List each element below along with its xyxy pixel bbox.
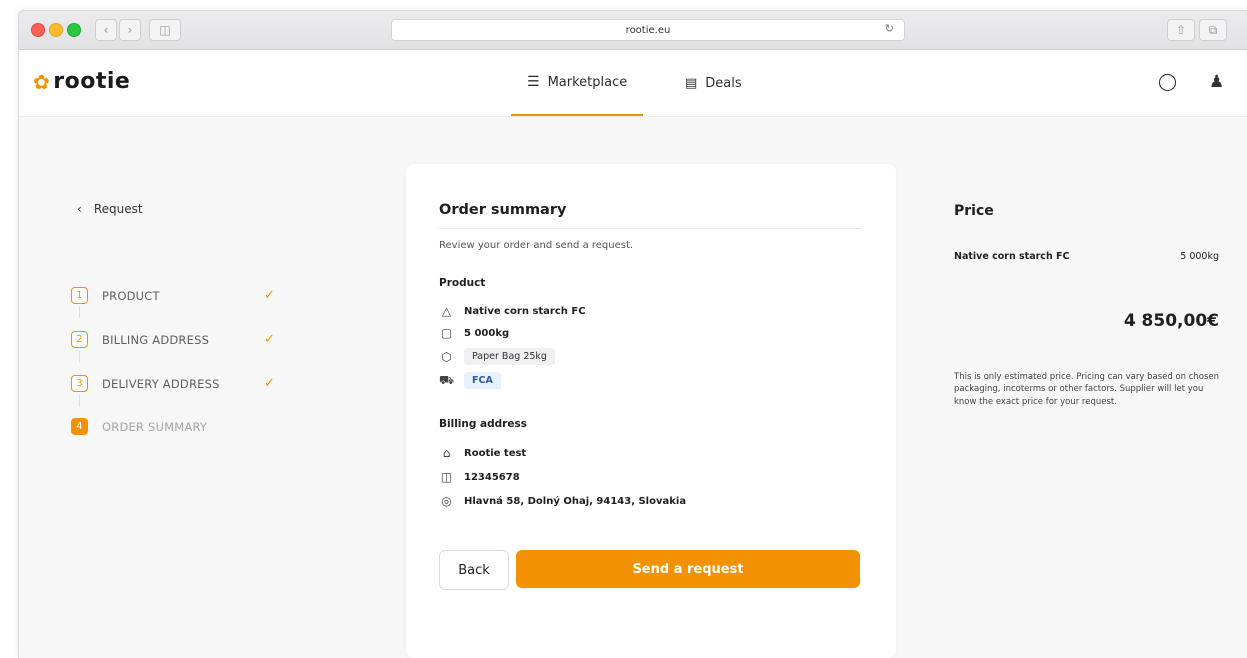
step-label: DELIVERY ADDRESS — [102, 376, 220, 391]
weight-icon: ▢ — [440, 326, 453, 340]
id-number-row: ◫ 12345678 — [439, 470, 520, 484]
incoterm-row: ⛟ FCA — [439, 372, 501, 389]
package-icon: ⬡ — [441, 349, 452, 364]
company-row: ⌂ Rootie test — [439, 446, 527, 460]
checkmark-icon: ✓ — [264, 288, 276, 303]
browser-toolbar: ‹ › ◫ rootie.eu ↻ ⇧ ⧉ — [19, 11, 1247, 50]
incoterm-pill: FCA — [464, 372, 501, 389]
address-row: ◎ Hlavná 58, Dolný Ohaj, 94143, Slovakia — [439, 494, 686, 508]
tabs-icon: ⧉ — [1208, 22, 1218, 37]
order-summary-card: Order summary Review your order and send… — [406, 164, 896, 658]
step-label: PRODUCT — [102, 288, 160, 303]
maximize-window-button[interactable] — [67, 23, 81, 37]
price-disclaimer: This is only estimated price. Pricing ca… — [954, 372, 1220, 407]
back-link-label: Request — [93, 202, 143, 216]
reload-icon[interactable]: ↻ — [885, 22, 894, 35]
checkmark-icon: ✓ — [264, 332, 276, 347]
price-line-item: Native corn starch FC 5 000kg — [954, 251, 1219, 262]
document-icon: ▤ — [685, 75, 698, 91]
layers-icon: ☰ — [527, 74, 540, 90]
nav-tab-label: Deals — [705, 75, 742, 91]
chat-icon[interactable]: ◯ — [1158, 72, 1177, 92]
chevron-right-icon: › — [127, 23, 133, 37]
logo-text: rootie — [53, 69, 131, 94]
quantity-row: ▢ 5 000kg — [439, 326, 509, 340]
card-subtitle: Review your order and send a request. — [439, 240, 634, 251]
browser-window: ‹ › ◫ rootie.eu ↻ ⇧ ⧉ ✿ rootie ☰ Marketp… — [18, 10, 1247, 658]
close-window-button[interactable] — [31, 23, 45, 37]
step-connector — [79, 351, 80, 363]
step-order-summary[interactable]: 4 ORDER SUMMARY — [71, 418, 207, 435]
product-name-row: △ Native corn starch FC — [439, 304, 586, 318]
step-connector — [79, 395, 80, 407]
sidebar-icon: ◫ — [159, 23, 171, 37]
step-number: 1 — [71, 287, 88, 304]
price-quantity: 5 000kg — [1180, 251, 1219, 262]
product-name: Native corn starch FC — [464, 305, 586, 317]
price-title: Price — [954, 203, 994, 219]
sidebar-toggle-button[interactable]: ◫ — [149, 19, 181, 41]
tabs-button[interactable]: ⧉ — [1199, 19, 1227, 41]
user-icon[interactable]: ♟ — [1209, 72, 1224, 92]
price-total: 4 850,00€ — [1123, 311, 1219, 331]
app-header: ✿ rootie ☰ Marketplace ▤ Deals ◯ ♟ — [19, 50, 1247, 117]
back-to-request-link[interactable]: ‹ Request — [77, 202, 143, 216]
packaging-pill: Paper Bag 25kg — [464, 348, 555, 365]
url-text: rootie.eu — [625, 24, 671, 36]
nav-tab-deals[interactable]: ▤ Deals — [685, 50, 742, 116]
share-button[interactable]: ⇧ — [1167, 19, 1195, 41]
nav-tab-marketplace[interactable]: ☰ Marketplace — [511, 50, 644, 116]
step-label: BILLING ADDRESS — [102, 332, 210, 347]
step-product[interactable]: 1 PRODUCT ✓ — [71, 287, 275, 304]
share-icon: ⇧ — [1175, 23, 1187, 37]
step-number: 3 — [71, 375, 88, 392]
browser-forward-button[interactable]: › — [119, 19, 141, 41]
location-pin-icon: ◎ — [441, 494, 452, 508]
send-request-button[interactable]: Send a request — [516, 550, 860, 588]
step-label: ORDER SUMMARY — [102, 419, 208, 434]
packaging-row: ⬡ Paper Bag 25kg — [439, 348, 555, 365]
chevron-left-icon: ‹ — [77, 202, 82, 216]
divider — [439, 228, 861, 229]
rootie-logo[interactable]: ✿ rootie — [33, 69, 130, 94]
price-product-name: Native corn starch FC — [954, 251, 1070, 262]
step-delivery-address[interactable]: 3 DELIVERY ADDRESS ✓ — [71, 375, 275, 392]
step-billing-address[interactable]: 2 BILLING ADDRESS ✓ — [71, 331, 275, 348]
browser-back-button[interactable]: ‹ — [95, 19, 117, 41]
id-number: 12345678 — [464, 471, 520, 483]
back-button[interactable]: Back — [439, 550, 509, 590]
nav-tab-label: Marketplace — [547, 74, 628, 90]
quantity-value: 5 000kg — [464, 327, 510, 339]
step-connector — [79, 306, 80, 318]
minimize-window-button[interactable] — [49, 23, 63, 37]
address-bar[interactable]: rootie.eu ↻ — [391, 19, 905, 41]
card-title: Order summary — [439, 202, 567, 218]
step-number: 4 — [71, 418, 88, 435]
step-number: 2 — [71, 331, 88, 348]
address-text: Hlavná 58, Dolný Ohaj, 94143, Slovakia — [464, 495, 687, 507]
checkmark-icon: ✓ — [264, 376, 276, 391]
pyramid-icon: △ — [441, 304, 452, 318]
home-icon: ⌂ — [442, 446, 451, 460]
truck-icon: ⛟ — [439, 372, 455, 387]
billing-heading: Billing address — [439, 418, 527, 430]
product-heading: Product — [439, 277, 486, 289]
id-card-icon: ◫ — [440, 470, 453, 484]
wheat-logo-icon: ✿ — [33, 69, 51, 94]
chevron-left-icon: ‹ — [103, 23, 109, 37]
company-name: Rootie test — [464, 447, 527, 459]
